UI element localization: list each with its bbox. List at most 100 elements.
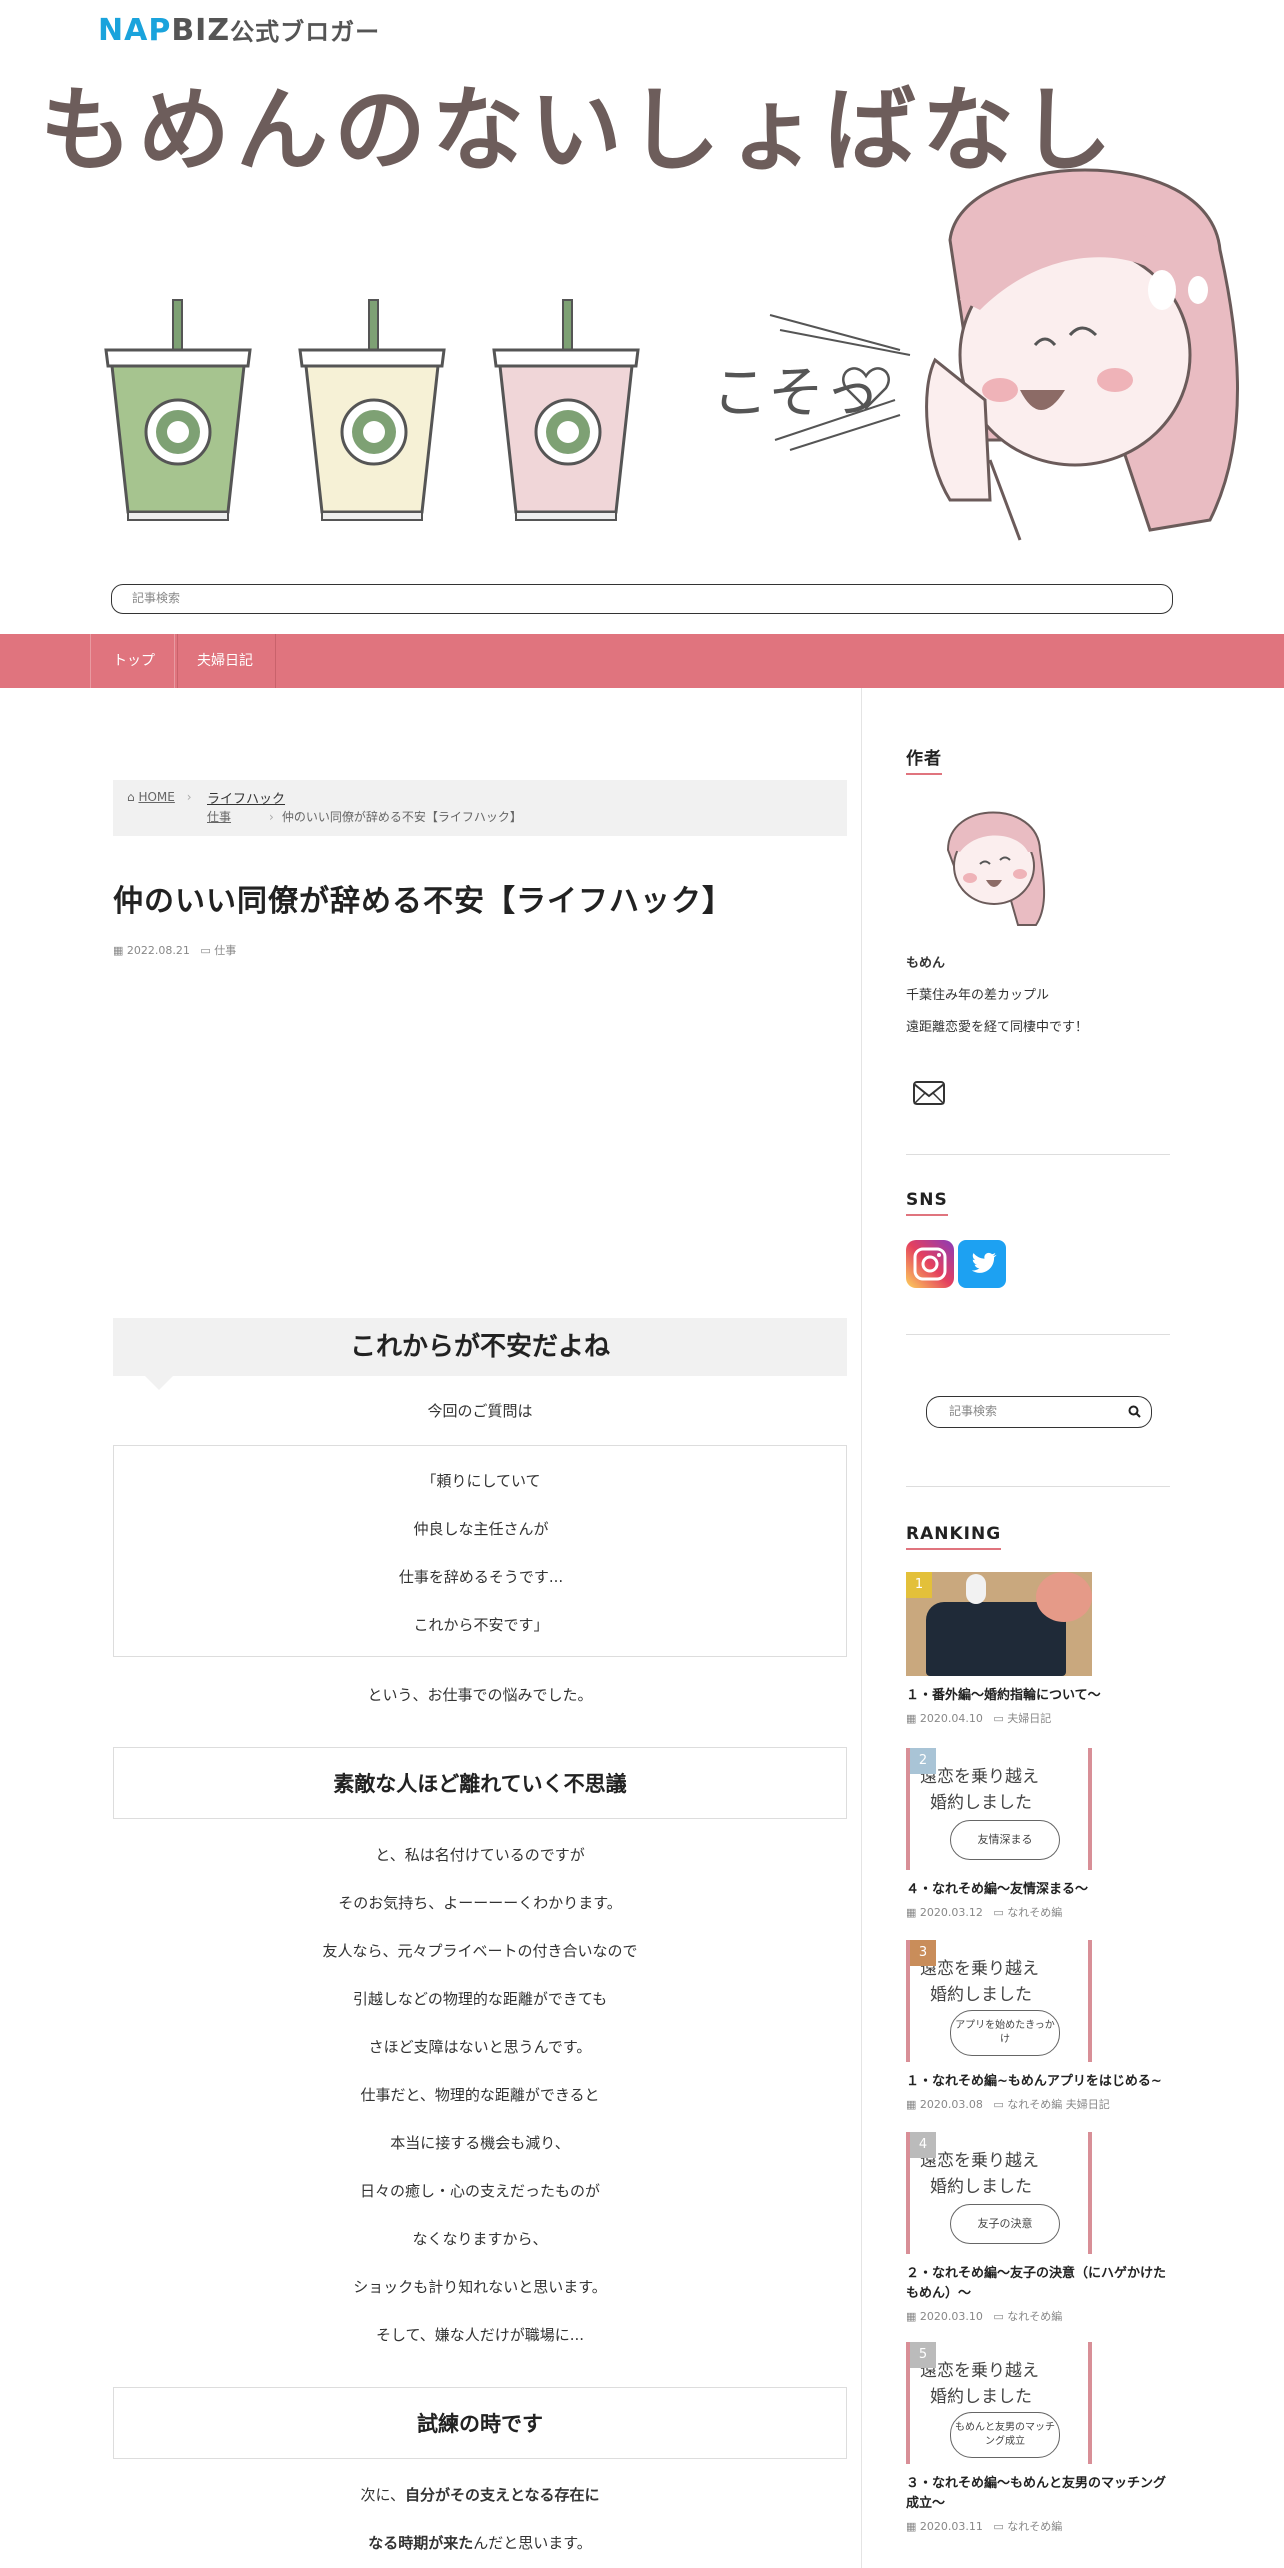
girl-illustration bbox=[925, 168, 1239, 541]
ranking-title[interactable]: ２・なれそめ編～友子の決意（にハゲかけたもめん）～ bbox=[906, 2264, 1170, 2304]
rank-badge: 3 bbox=[910, 1940, 936, 1966]
ranking-item[interactable]: 遠恋を乗り越え 婚約しました 友子の決意 4 ２・なれそめ編～友子の決意（にハゲ… bbox=[906, 2132, 1170, 2324]
rank-badge: 2 bbox=[910, 1748, 936, 1774]
header-search-input[interactable]: 記事検索 bbox=[111, 584, 1173, 614]
ranking-meta: ▦ 2020.03.11 ▭ なれそめ編 bbox=[906, 2518, 1170, 2534]
ranking-item[interactable]: 遠恋を乗り越え 婚約しました アプリを始めたきっかけ 3 １・なれそめ編~もめん… bbox=[906, 1940, 1170, 2112]
thumb-text: 婚約しました bbox=[930, 2387, 1032, 2407]
ranking-thumbnail[interactable]: 遠恋を乗り越え 婚約しました 友子の決意 4 bbox=[906, 2132, 1092, 2254]
ranking-category[interactable]: 夫婦日記 bbox=[1007, 1712, 1051, 1725]
widget-title-sns: SNS bbox=[906, 1190, 948, 1216]
subheading-mystery: 素敵な人ほど離れていく不思議 bbox=[113, 1747, 847, 1819]
napbiz-logo[interactable]: NAPBIZ公式ブロガー bbox=[98, 12, 380, 48]
chevron-right-icon: › bbox=[269, 810, 274, 824]
global-nav: トップ 夫婦日記 bbox=[0, 634, 1284, 688]
calendar-icon: ▦ bbox=[906, 2520, 917, 2533]
nav-item-couple-diary[interactable]: 夫婦日記 bbox=[174, 634, 276, 688]
quote-line: 仲良しな主任さんが bbox=[413, 1520, 549, 1538]
body-line: 日々の癒し・心の支えだったものが bbox=[359, 2182, 600, 2200]
calendar-icon: ▦ bbox=[113, 944, 124, 957]
ranking-item[interactable]: 遠恋を乗り越え 婚約しました もめんと友男のマッチング成立 5 ３・なれそめ編～… bbox=[906, 2342, 1170, 2534]
instagram-icon[interactable] bbox=[906, 1240, 954, 1288]
thumb-text: 婚約しました bbox=[930, 2177, 1032, 2197]
widget-divider bbox=[906, 1486, 1170, 1487]
calendar-icon: ▦ bbox=[906, 2310, 917, 2323]
thumb-text: 遠恋を乗り越え bbox=[920, 2361, 1039, 2381]
author-description: 遠距離恋愛を経て同棲中です！ bbox=[906, 1020, 1089, 1035]
napbiz-nap-text: NAP bbox=[98, 13, 172, 48]
post-meta: ▦ 2022.08.21 ▭ 仕事 bbox=[113, 942, 236, 958]
ranking-category[interactable]: なれそめ編 夫婦日記 bbox=[1007, 2098, 1110, 2111]
author-name: もめん bbox=[906, 956, 946, 971]
ranking-meta: ▦ 2020.03.10 ▭ なれそめ編 bbox=[906, 2308, 1170, 2324]
tail-bold-text: なる時期が来た bbox=[368, 2534, 474, 2552]
thumb-bubble: 友子の決意 bbox=[950, 2204, 1060, 2244]
nav-item-top[interactable]: トップ bbox=[90, 634, 178, 688]
breadcrumb-home[interactable]: ⌂ HOME › bbox=[127, 790, 200, 804]
drink-cup-pink bbox=[492, 299, 640, 521]
ranking-title[interactable]: ４・なれそめ編～友情深まる～ bbox=[906, 1880, 1170, 1900]
breadcrumb-lifehack[interactable]: ライフハック bbox=[207, 788, 285, 807]
ranking-thumbnail[interactable]: 遠恋を乗り越え 婚約しました アプリを始めたきっかけ 3 bbox=[906, 1940, 1092, 2062]
ranking-item[interactable]: 1 １・番外編～婚約指輪について～ ▦ 2020.04.10 ▭ 夫婦日記 bbox=[906, 1572, 1170, 1726]
folder-icon: ▭ bbox=[993, 1906, 1004, 1919]
ranking-title[interactable]: ３・なれそめ編～もめんと友男のマッチング成立～ bbox=[906, 2474, 1170, 2514]
main-content: ⌂ HOME › ライフハック 仕事 › 仲のいい同僚が辞める不安【ライフハック】… bbox=[0, 688, 862, 2568]
folder-icon: ▭ bbox=[200, 944, 211, 957]
ranking-date: 2020.03.08 bbox=[919, 2098, 983, 2111]
rank-badge: 4 bbox=[910, 2132, 936, 2158]
ranking-title[interactable]: １・番外編～婚約指輪について～ bbox=[906, 1686, 1170, 1706]
quote-line: 仕事を辞めるそうです... bbox=[398, 1568, 564, 1586]
ranking-category[interactable]: なれそめ編 bbox=[1007, 2310, 1062, 2323]
body-line: そして、嫌な人だけが職場に... bbox=[375, 2326, 585, 2344]
ranking-category[interactable]: なれそめ編 bbox=[1007, 2520, 1062, 2533]
home-icon: ⌂ bbox=[127, 790, 135, 804]
author-avatar[interactable] bbox=[928, 800, 1058, 930]
body-line: そのお気持ち、よーーーーくわかります。 bbox=[338, 1894, 622, 1912]
tail-text: んだと思います。 bbox=[473, 2534, 592, 2552]
breadcrumb-home-label: HOME bbox=[138, 790, 175, 804]
ranking-thumbnail[interactable]: 1 bbox=[906, 1572, 1092, 1676]
folder-icon: ▭ bbox=[993, 2310, 1004, 2323]
subheading-trial: 試練の時です bbox=[113, 2387, 847, 2459]
folder-icon: ▭ bbox=[993, 1712, 1004, 1725]
quote-line: これから不安です」 bbox=[413, 1616, 549, 1634]
breadcrumb-work[interactable]: 仕事 bbox=[207, 808, 231, 825]
calendar-icon: ▦ bbox=[906, 1712, 917, 1725]
thumb-bubble: 友情深まる bbox=[950, 1820, 1060, 1860]
twitter-icon[interactable] bbox=[958, 1240, 1006, 1288]
rank-badge: 1 bbox=[906, 1572, 932, 1598]
drink-cup-green bbox=[104, 299, 252, 521]
thumb-text: 婚約しました bbox=[930, 1985, 1032, 2005]
widget-title-ranking: RANKING bbox=[906, 1524, 1002, 1550]
sidebar-search-input[interactable]: 記事検索 bbox=[926, 1396, 1152, 1428]
body-line: ショックも計り知れないと思います。 bbox=[353, 2278, 607, 2296]
flower-image bbox=[1036, 1572, 1092, 1622]
body-line: 仕事だと、物理的な距離ができると bbox=[360, 2086, 600, 2104]
ranking-item[interactable]: 遠恋を乗り越え 婚約しました 友情深まる 2 ４・なれそめ編～友情深まる～ ▦ … bbox=[906, 1748, 1170, 1920]
widget-divider bbox=[906, 1154, 1170, 1155]
mail-icon[interactable] bbox=[912, 1080, 946, 1106]
ranking-thumbnail[interactable]: 遠恋を乗り越え 婚約しました 友情深まる 2 bbox=[906, 1748, 1092, 1870]
search-icon[interactable] bbox=[1128, 1405, 1141, 1418]
body-line: 引越しなどの物理的な距離ができても bbox=[352, 1990, 608, 2008]
ranking-date: 2020.04.10 bbox=[919, 1712, 983, 1725]
napbiz-jp-text: 公式ブロガー bbox=[230, 18, 381, 46]
post-category[interactable]: 仕事 bbox=[214, 944, 236, 957]
thumb-bubble: アプリを始めたきっかけ bbox=[950, 2010, 1060, 2056]
ranking-date: 2020.03.10 bbox=[919, 2310, 983, 2323]
ranking-category[interactable]: なれそめ編 bbox=[1007, 1906, 1062, 1919]
thumb-text: 遠恋を乗り越え bbox=[920, 1767, 1039, 1787]
tail-text: 次に、 bbox=[360, 2486, 405, 2504]
after-quote-text: という、お仕事での悩みでした。 bbox=[367, 1686, 593, 1704]
whisper-text: こそっ bbox=[712, 361, 880, 426]
ranking-thumbnail[interactable]: 遠恋を乗り越え 婚約しました もめんと友男のマッチング成立 5 bbox=[906, 2342, 1092, 2464]
ranking-title[interactable]: １・なれそめ編~もめんアプリをはじめる~ bbox=[906, 2072, 1170, 2092]
calendar-icon: ▦ bbox=[906, 2098, 917, 2111]
tail-line: なる時期が来たんだと思います。 bbox=[113, 2532, 847, 2553]
calendar-icon: ▦ bbox=[906, 1906, 917, 1919]
post-title: 仲のいい同僚が辞める不安【ライフハック】 bbox=[113, 884, 733, 919]
quote-line: 「頼りにしていて bbox=[421, 1472, 541, 1490]
thumb-text: 遠恋を乗り越え bbox=[920, 2151, 1039, 2171]
tail-line: 次に、自分がその支えとなる存在に bbox=[113, 2484, 847, 2505]
